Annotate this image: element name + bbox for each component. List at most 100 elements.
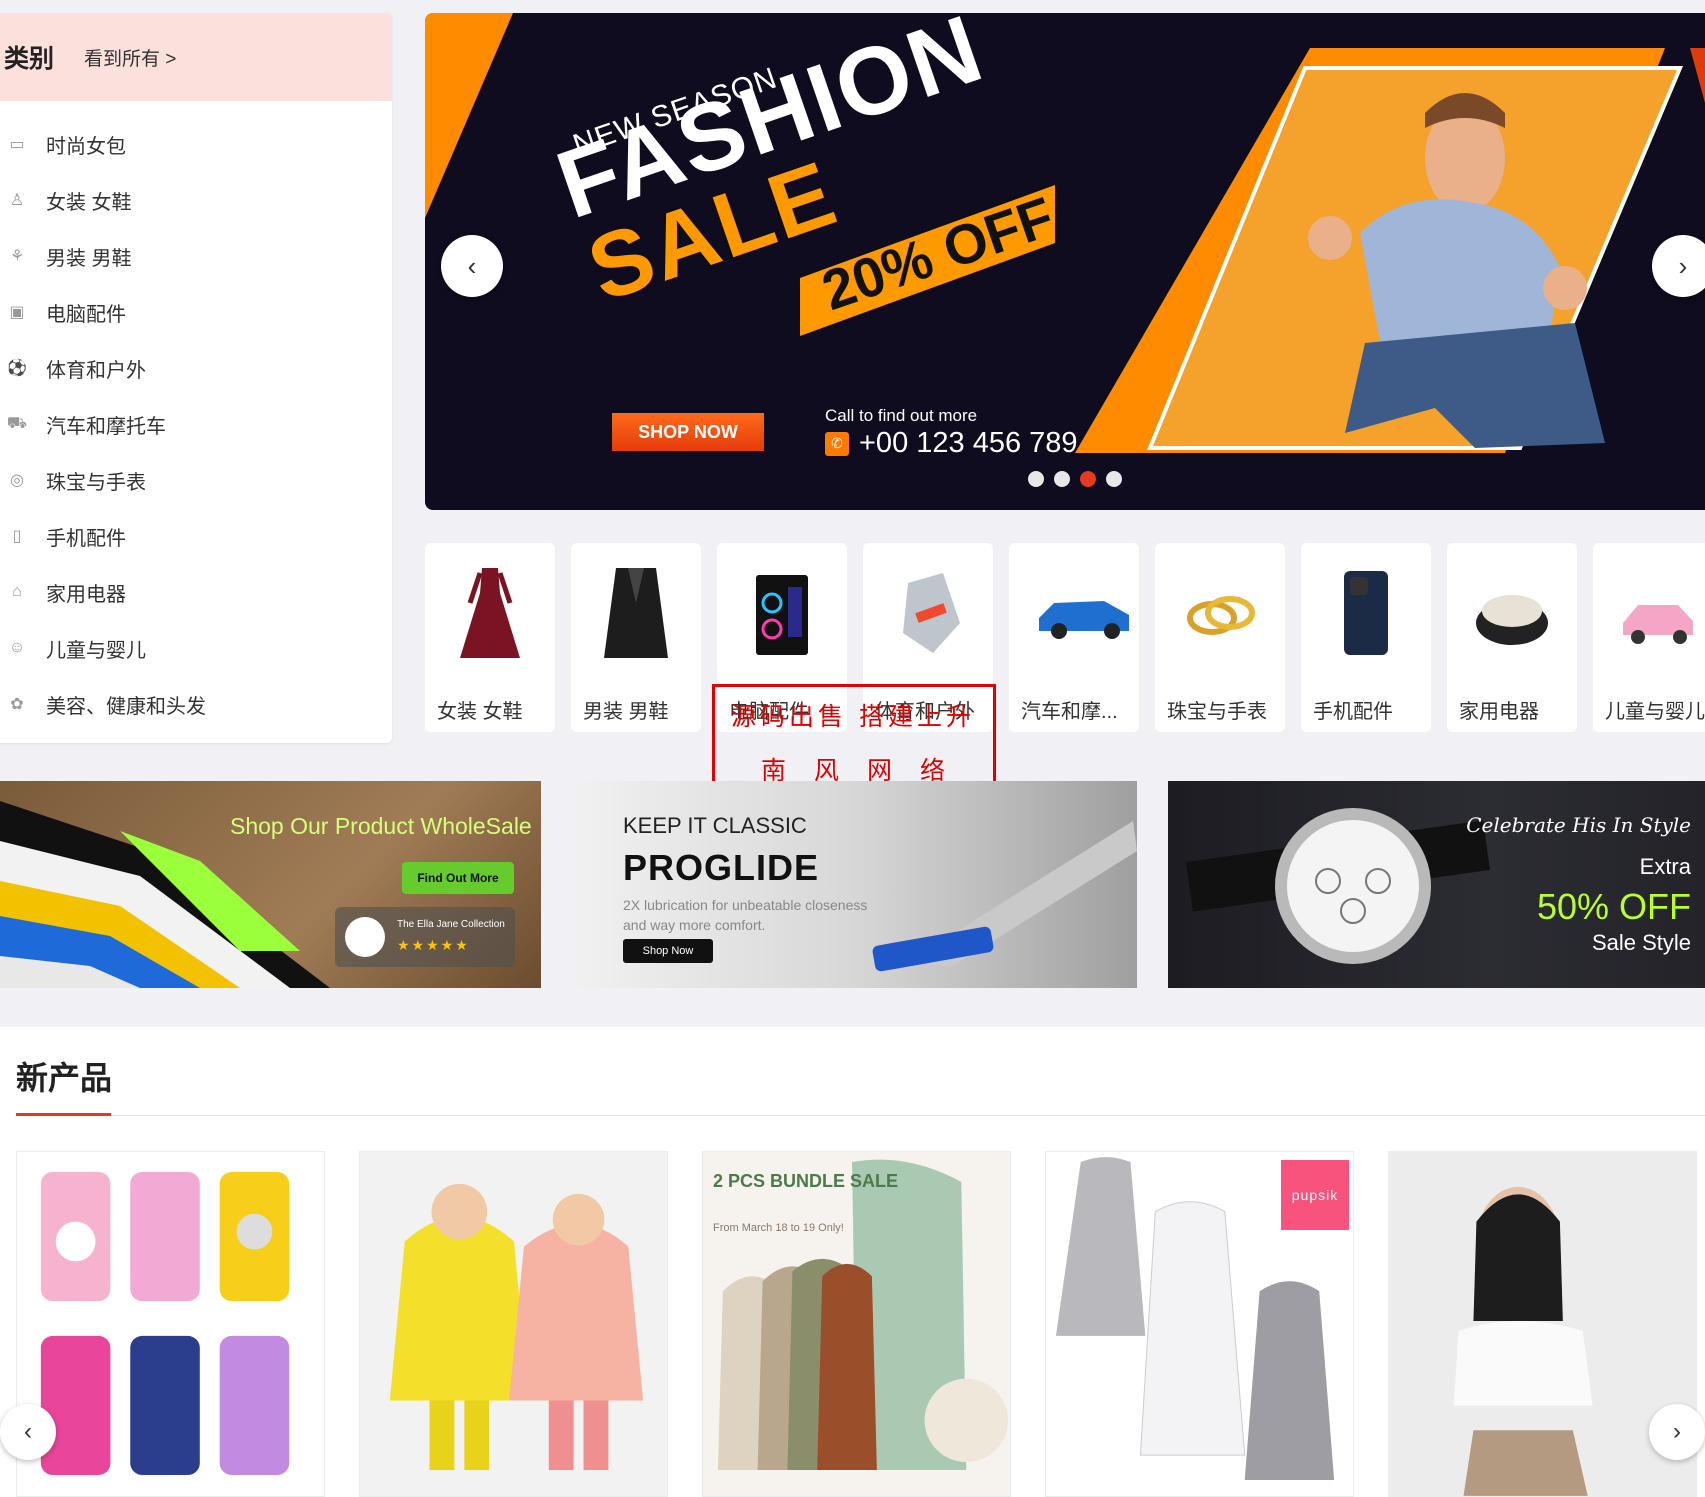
luggage-image	[40, 1171, 290, 1476]
section-divider	[16, 1115, 1705, 1116]
sleep-sack-image	[717, 1159, 1009, 1471]
sidebar-item-womens[interactable]: ♙ 女装 女鞋	[0, 172, 392, 228]
product-card-sleep-sack-pupsik[interactable]: pupsik	[1045, 1151, 1354, 1497]
sidebar-item-bags[interactable]: ▭ 时尚女包	[0, 116, 392, 172]
proglide-shop-button[interactable]: Shop Now	[623, 939, 713, 963]
watch-extra: Extra	[1639, 854, 1691, 879]
carousel-dot-active[interactable]	[1080, 471, 1096, 487]
proglide-subtitle: 2X lubrication for unbeatable closeness …	[623, 897, 868, 933]
sidebar-item-sports[interactable]: ⚽ 体育和户外	[0, 340, 392, 396]
dress-icon	[460, 568, 520, 658]
appliance-icon: ⌂	[12, 583, 22, 600]
watermark-line-1: 源码出售 搭建上升	[731, 702, 975, 731]
phone-icon	[1344, 571, 1388, 655]
category-card-womens[interactable]: 女装 女鞋	[425, 543, 555, 732]
banner-corner-shape	[425, 13, 513, 218]
category-label: 手机配件	[1313, 701, 1393, 723]
carousel-dot[interactable]	[1028, 471, 1044, 487]
promo-watch[interactable]: Celebrate His In Style Extra 50% OFF Sal…	[1168, 781, 1705, 988]
category-card-mens[interactable]: 男装 男鞋	[571, 543, 701, 732]
view-all-link[interactable]: 看到所有 >	[84, 44, 176, 71]
sidebar-item-mens[interactable]: ⚘ 男装 男鞋	[0, 228, 392, 284]
promo-proglide[interactable]: KEEP IT CLASSIC PROGLIDE 2X lubrication …	[573, 781, 1137, 988]
dress-icon: ♙	[9, 192, 25, 209]
product-card-crop-top[interactable]	[1388, 1151, 1697, 1497]
phone-number: ✆ +00 123 456 789	[825, 427, 1078, 460]
category-list: ▭ 时尚女包 ♙ 女装 女鞋 ⚘ 男装 男鞋 ▣ 电脑配件 ⚽ 体育和户外 ⛟ 汽车和摩托车…	[0, 101, 392, 732]
glove-icon	[903, 573, 960, 653]
find-out-more-button[interactable]: Find Out More	[402, 862, 514, 894]
category-card-auto[interactable]: 汽车和摩...	[1009, 543, 1139, 732]
watch-discount: 50% OFF	[1536, 886, 1691, 927]
shirt-icon: ⚘	[9, 248, 25, 265]
bundle-note: From March 18 to 19 Only!	[713, 1222, 844, 1234]
product-card-sleep-sack-bundle[interactable]: 2 PCS BUNDLE SALE From March 18 to 19 On…	[702, 1151, 1011, 1497]
chevron-right-icon: ›	[1678, 250, 1688, 281]
hero-banner[interactable]: NEW SEASON FASHION SALE 20% OFF SHOP NOW…	[425, 13, 1705, 510]
pc-case-icon	[756, 575, 808, 655]
carousel-dots	[1028, 471, 1122, 487]
watch-style: Sale Style	[1591, 930, 1691, 955]
category-card-kids[interactable]: 儿童与婴儿	[1593, 543, 1705, 732]
sidebar-item-label: 儿童与婴儿	[46, 639, 146, 662]
sidebar-item-jewelry[interactable]: ◎ 珠宝与手表	[0, 452, 392, 508]
sidebar-item-label: 珠宝与手表	[46, 471, 146, 494]
wholesale-title: Shop Our Product WholeSale	[230, 813, 532, 839]
category-carousel: 女装 女鞋 男装 男鞋 电脑配件 体育和户外 汽车和摩... 珠宝与手表 手机配…	[425, 543, 1705, 732]
category-card-phone[interactable]: 手机配件	[1301, 543, 1431, 732]
suit-icon	[604, 568, 668, 658]
product-card-raincoat[interactable]	[359, 1151, 668, 1497]
sidebar-item-auto[interactable]: ⛟ 汽车和摩托车	[0, 396, 392, 452]
brand-badge: The Ella Jane Collection ★★★★★	[335, 907, 515, 967]
chevron-left-icon: ‹	[24, 1418, 32, 1445]
promo-wholesale[interactable]: Shop Our Product WholeSale Find Out More…	[0, 781, 541, 988]
phone-icon: ▯	[12, 528, 22, 545]
chevron-right-icon: ›	[1673, 1418, 1681, 1445]
sidebar-title: 类别	[4, 45, 55, 73]
chair-icon	[1476, 595, 1548, 645]
watch-icon: ◎	[10, 472, 24, 489]
shop-now-button[interactable]: SHOP NOW	[612, 413, 764, 451]
product-card-luggage[interactable]	[16, 1151, 325, 1497]
raincoat-image	[360, 1152, 667, 1496]
sidebar-header: 类别 看到所有 >	[0, 13, 392, 101]
sidebar-item-computer[interactable]: ▣ 电脑配件	[0, 284, 392, 340]
sidebar-item-label: 手机配件	[46, 527, 126, 550]
rating-stars: ★★★★★	[397, 937, 470, 953]
category-label: 女装 女鞋	[437, 701, 523, 723]
car-icon	[1039, 601, 1129, 639]
chevron-left-icon: ‹	[467, 250, 477, 281]
carousel-dot[interactable]	[1106, 471, 1122, 487]
bundle-headline: 2 PCS BUNDLE SALE	[713, 1171, 899, 1191]
sidebar-item-label: 时尚女包	[46, 135, 126, 158]
category-label: 男装 男鞋	[583, 701, 669, 723]
banner-prev-button[interactable]: ‹	[441, 235, 503, 297]
sidebar-item-label: 男装 男鞋	[46, 247, 132, 270]
products-next-button[interactable]: ›	[1649, 1404, 1705, 1460]
proglide-title: PROGLIDE	[623, 847, 820, 888]
category-label: 儿童与婴儿	[1605, 701, 1705, 723]
brand-name: The Ella Jane Collection	[397, 919, 505, 930]
toy-car-icon	[1623, 605, 1693, 644]
sidebar-item-kids[interactable]: ☺ 儿童与婴儿	[0, 620, 392, 676]
ring-icon	[1187, 596, 1255, 635]
banner-next-button[interactable]: ›	[1652, 235, 1705, 297]
sidebar-item-label: 体育和户外	[46, 359, 146, 382]
baby-icon: ☺	[8, 639, 26, 656]
sidebar-item-label: 女装 女鞋	[46, 191, 132, 214]
phone-icon: ✆	[825, 431, 849, 456]
sidebar-item-phone[interactable]: ▯ 手机配件	[0, 508, 392, 564]
watch-tagline: Celebrate His In Style	[1466, 813, 1691, 837]
call-label: Call to find out more	[825, 406, 978, 425]
carousel-dot[interactable]	[1054, 471, 1070, 487]
category-card-appliances[interactable]: 家用电器	[1447, 543, 1577, 732]
sidebar-item-beauty[interactable]: ✿ 美容、健康和头发	[0, 676, 392, 732]
sidebar-item-appliances[interactable]: ⌂ 家用电器	[0, 564, 392, 620]
model-image	[1389, 1152, 1696, 1496]
brand-logo-icon	[345, 917, 385, 957]
sidebar-item-label: 美容、健康和头发	[46, 695, 206, 718]
bag-icon: ▭	[9, 136, 25, 153]
products-prev-button[interactable]: ‹	[0, 1404, 56, 1460]
section-title: 新产品	[16, 1060, 113, 1096]
category-card-jewelry[interactable]: 珠宝与手表	[1155, 543, 1285, 732]
